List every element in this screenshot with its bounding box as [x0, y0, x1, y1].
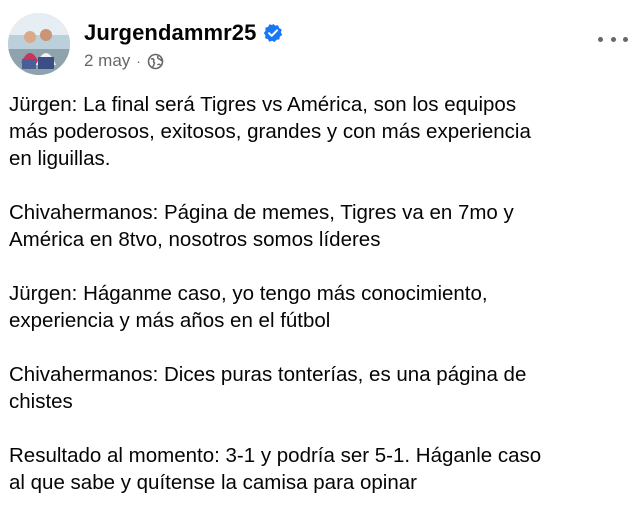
author-name[interactable]: Jurgendammr25 — [84, 20, 256, 46]
post-meta: 2 may · — [84, 51, 164, 71]
post-paragraph: Chivahermanos: Dices puras tonterías, es… — [9, 363, 527, 413]
post-paragraph: Chivahermanos: Página de memes, Tigres v… — [9, 201, 514, 251]
post-date[interactable]: 2 may — [84, 51, 130, 71]
post-body: Jürgen: La final será Tigres vs América,… — [9, 91, 629, 512]
avatar[interactable] — [8, 13, 70, 75]
post-paragraph: Resultado al momento: 3-1 y podría ser 5… — [9, 444, 542, 494]
facebook-post: Jurgendammr25 2 may · Jürgen: La final s… — [0, 0, 638, 512]
post-paragraph: Jürgen: La final será Tigres vs América,… — [9, 93, 531, 170]
more-options-icon[interactable] — [598, 32, 628, 46]
post-header: Jurgendammr25 2 may · — [8, 12, 638, 78]
post-paragraph: Jürgen: Háganme caso, yo tengo más conoc… — [9, 282, 488, 332]
meta-separator: · — [136, 53, 141, 69]
globe-icon[interactable] — [147, 53, 164, 70]
verified-badge-icon — [263, 23, 283, 43]
